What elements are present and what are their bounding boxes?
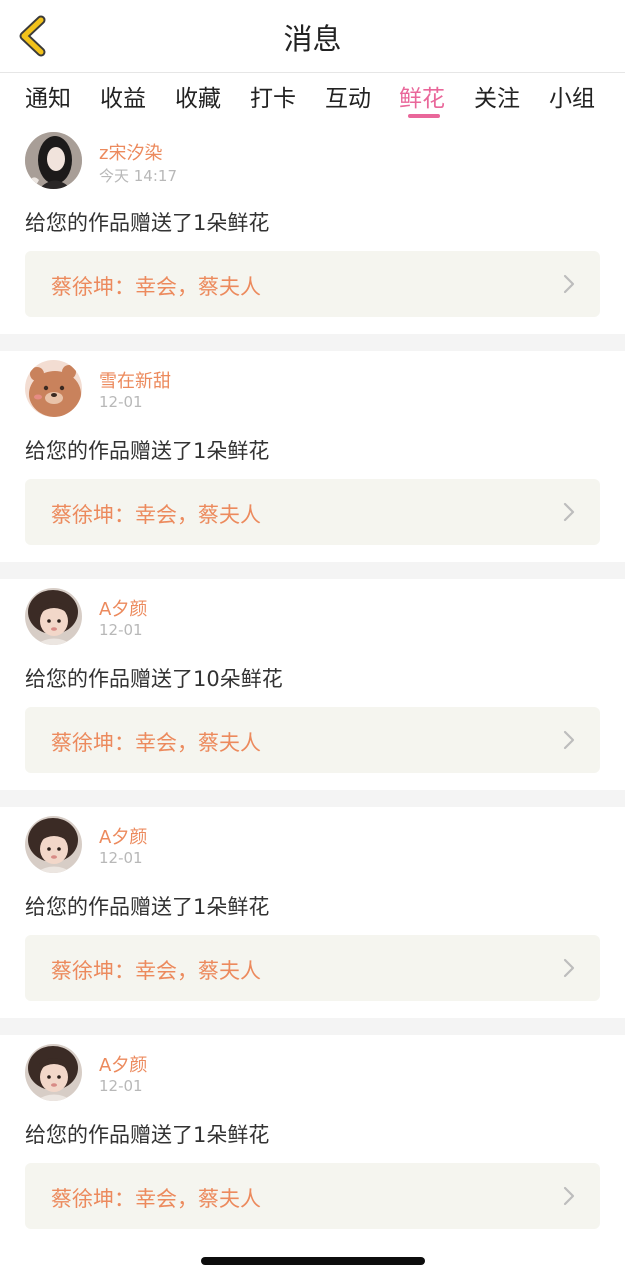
home-indicator[interactable] (201, 1257, 425, 1265)
avatar[interactable] (25, 588, 82, 645)
work-title: 蔡徐坤：幸会，蔡夫人 (51, 1187, 261, 1211)
work-link[interactable]: 蔡徐坤：幸会，蔡夫人 (25, 479, 600, 545)
card-divider (0, 790, 625, 807)
message-card: A夕颜 12-01 给您的作品赠送了10朵鲜花 蔡徐坤：幸会，蔡夫人 (0, 579, 625, 790)
work-title: 蔡徐坤：幸会，蔡夫人 (51, 959, 261, 983)
timestamp: 今天 14:17 (99, 167, 177, 185)
work-title: 蔡徐坤：幸会，蔡夫人 (51, 731, 261, 755)
tab-favorites[interactable]: 收藏 (175, 79, 221, 113)
message-text: 给您的作品赠送了1朵鲜花 (25, 895, 270, 919)
timestamp: 12-01 (99, 621, 143, 639)
timestamp: 12-01 (99, 1077, 143, 1095)
work-link[interactable]: 蔡徐坤：幸会，蔡夫人 (25, 707, 600, 773)
avatar[interactable] (25, 132, 82, 189)
message-card: 雪在新甜 12-01 给您的作品赠送了1朵鲜花 蔡徐坤：幸会，蔡夫人 (0, 351, 625, 562)
work-title: 蔡徐坤：幸会，蔡夫人 (51, 503, 261, 527)
card-divider (0, 1018, 625, 1035)
tab-following[interactable]: 关注 (474, 79, 520, 113)
tab-bar: 通知 收益 收藏 打卡 互动 鲜花 关注 小组 (0, 73, 625, 123)
tab-groups[interactable]: 小组 (549, 79, 595, 113)
card-divider (0, 562, 625, 579)
username[interactable]: A夕颜 (99, 1051, 147, 1077)
avatar[interactable] (25, 816, 82, 873)
timestamp: 12-01 (99, 849, 143, 867)
card-divider (0, 334, 625, 351)
work-title: 蔡徐坤：幸会，蔡夫人 (51, 275, 261, 299)
message-text: 给您的作品赠送了10朵鲜花 (25, 667, 283, 691)
tab-flowers[interactable]: 鲜花 (399, 79, 445, 113)
message-text: 给您的作品赠送了1朵鲜花 (25, 1123, 270, 1147)
chevron-right-icon (563, 1186, 575, 1206)
username[interactable]: A夕颜 (99, 823, 147, 849)
username[interactable]: z宋汐染 (99, 139, 162, 165)
work-link[interactable]: 蔡徐坤：幸会，蔡夫人 (25, 251, 600, 317)
chevron-right-icon (563, 958, 575, 978)
message-text: 给您的作品赠送了1朵鲜花 (25, 211, 270, 235)
avatar[interactable] (25, 360, 82, 417)
tab-interaction[interactable]: 互动 (325, 79, 371, 113)
message-list: z宋汐染 今天 14:17 给您的作品赠送了1朵鲜花 蔡徐坤：幸会，蔡夫人 雪在… (0, 123, 625, 1246)
work-link[interactable]: 蔡徐坤：幸会，蔡夫人 (25, 1163, 600, 1229)
message-text: 给您的作品赠送了1朵鲜花 (25, 439, 270, 463)
timestamp: 12-01 (99, 393, 143, 411)
avatar[interactable] (25, 1044, 82, 1101)
page-title: 消息 (283, 22, 342, 56)
tab-checkin[interactable]: 打卡 (250, 79, 296, 113)
username[interactable]: A夕颜 (99, 595, 147, 621)
header-bar: 消息 (0, 0, 625, 72)
tab-earnings[interactable]: 收益 (100, 79, 146, 113)
message-card: A夕颜 12-01 给您的作品赠送了1朵鲜花 蔡徐坤：幸会，蔡夫人 (0, 1035, 625, 1246)
work-link[interactable]: 蔡徐坤：幸会，蔡夫人 (25, 935, 600, 1001)
chevron-right-icon (563, 502, 575, 522)
chevron-right-icon (563, 274, 575, 294)
message-card: A夕颜 12-01 给您的作品赠送了1朵鲜花 蔡徐坤：幸会，蔡夫人 (0, 807, 625, 1018)
chevron-right-icon (563, 730, 575, 750)
message-card: z宋汐染 今天 14:17 给您的作品赠送了1朵鲜花 蔡徐坤：幸会，蔡夫人 (0, 123, 625, 334)
tab-notice[interactable]: 通知 (25, 79, 71, 113)
username[interactable]: 雪在新甜 (99, 367, 171, 393)
active-tab-indicator (408, 114, 440, 118)
